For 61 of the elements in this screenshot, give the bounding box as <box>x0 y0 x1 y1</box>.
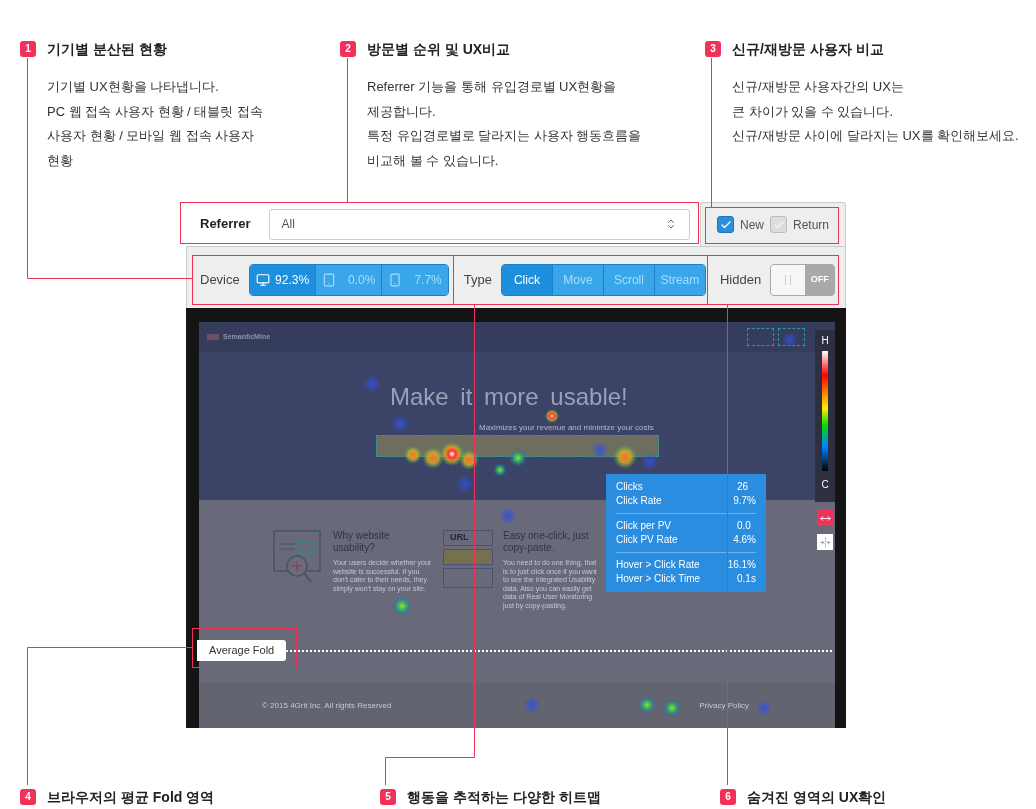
stat-value: 16.1% <box>727 558 756 572</box>
annotation-title: 신규/재방문 사용자 비교 <box>732 41 885 57</box>
stat-value: 0.1s <box>737 572 756 586</box>
annotation-title: 숨겨진 영역의 UX확인 <box>747 788 887 805</box>
heatmap-type-tab[interactable]: Scroll <box>602 264 654 295</box>
annotation-title: 브라우저의 평균 Fold 영역 <box>47 788 215 805</box>
subline: Maximizes your revenue and minimize your costs <box>479 423 654 433</box>
stat-value: 26 <box>737 480 749 494</box>
headline: Make it more usable! <box>390 383 628 411</box>
annotation-description: 신규/재방문 사용자간의 UX는 큰 차이가 있을 수 있습니다. 신규/재방문 사이에 달라지는 UX를 확인해보세요. <box>732 78 1019 145</box>
heatmap-type-tab[interactable]: Move <box>551 264 603 295</box>
expand-width-button[interactable] <box>817 510 833 526</box>
device-tab[interactable]: 92.3% <box>249 264 316 295</box>
collapse-icon <box>819 536 831 548</box>
stat-label: Clicks <box>616 480 644 494</box>
scale-high-label: H <box>821 335 829 347</box>
number-badge: 6 <box>720 788 736 805</box>
checkbox[interactable] <box>770 216 787 233</box>
number-badge: 3 <box>705 41 721 57</box>
scale-low-label: C <box>821 479 829 491</box>
heatmap-type-tab[interactable]: Click <box>501 264 552 295</box>
number-badge: 4 <box>20 788 36 805</box>
device-tab[interactable]: 0.0% <box>315 264 382 295</box>
stat-value: 9.7% <box>733 494 756 508</box>
stat-value: 0.0 <box>737 519 751 533</box>
number-badge: 2 <box>340 41 356 57</box>
stat-label: Click per PV <box>616 519 672 533</box>
stat-label: Hover > Click Time <box>616 572 702 586</box>
type-label: Type <box>463 270 492 289</box>
logo-icon <box>207 334 219 340</box>
stat-value: 4.6% <box>733 533 756 547</box>
collapse-width-button[interactable] <box>817 534 833 550</box>
stat-label: Hover > Click Rate <box>616 558 701 572</box>
stat-label: Click Rate <box>616 494 663 508</box>
referrer-select[interactable]: All <box>268 208 690 240</box>
annotation-title: 행동을 추적하는 다양한 히트맵 <box>407 788 601 805</box>
url-illustration: URL <box>443 530 493 594</box>
mobile-icon <box>388 272 403 287</box>
number-badge: 1 <box>20 41 36 57</box>
feature-title: Why website usability? <box>333 530 391 554</box>
desktop-icon <box>255 272 270 287</box>
hidden-label: Hidden <box>719 270 762 289</box>
annotation-description: Referrer 기능을 통해 유입경로별 UX현황을 제공합니다. 특정 유입경로별로 달라지는 사용자 행동흐름을 비교해 볼 수 있습니다. <box>367 78 642 170</box>
checkbox-label: Return <box>793 216 830 234</box>
checkbox-label: New <box>740 216 764 234</box>
stat-label: Click PV Rate <box>616 533 679 547</box>
device-label: Device <box>200 270 240 289</box>
checkbox[interactable] <box>717 216 734 233</box>
tablet-icon <box>322 272 337 287</box>
copyright: © 2015 4Grit Inc. All rights Reserved <box>262 699 392 712</box>
annotation-title: 기기별 분산된 현황 <box>47 41 168 57</box>
number-badge: 5 <box>380 788 396 805</box>
annotation-description: 기기별 UX현황을 나타냅니다. PC 웹 접속 사용자 현황 / 태블릿 접속 사용자 현황 / 모바일 웹 접속 사용자 현황 <box>47 78 263 170</box>
login-link-outline <box>747 328 774 346</box>
hidden-toggle[interactable]: OFF <box>770 263 836 296</box>
referrer-label: Referrer <box>200 215 251 234</box>
sort-icon <box>665 218 677 230</box>
heatmap-type-tab[interactable]: Stream <box>653 264 705 295</box>
average-fold-label: Average Fold <box>197 640 287 661</box>
annotation-title: 방문별 순위 및 UX비교 <box>367 41 512 57</box>
device-tab[interactable]: 7.7% <box>381 264 448 295</box>
